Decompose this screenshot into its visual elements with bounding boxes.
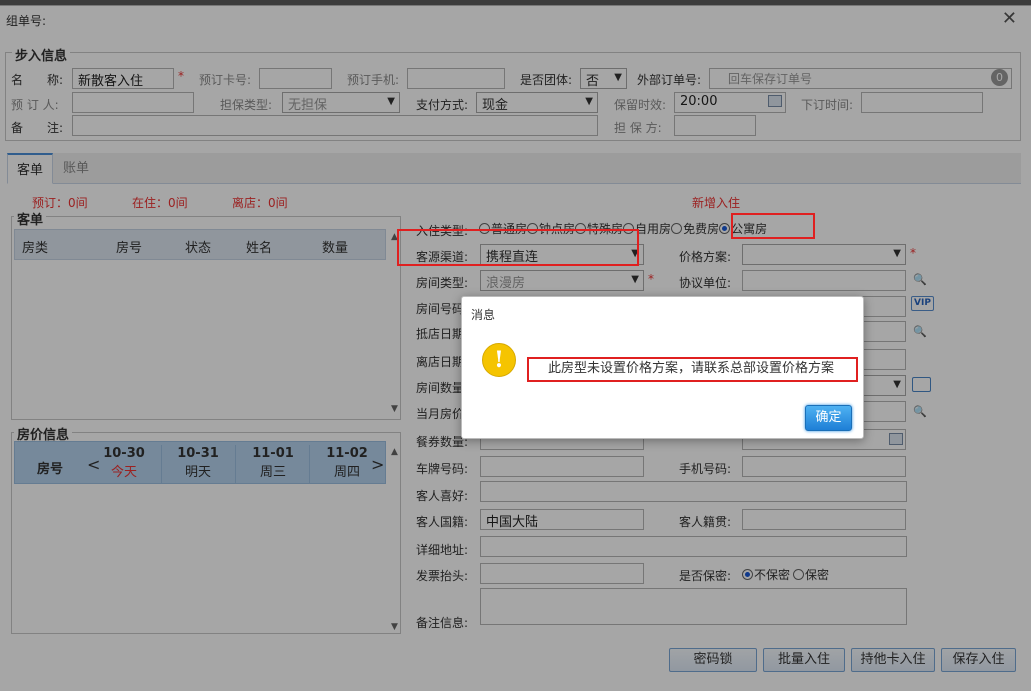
ok-button[interactable]: 确定: [805, 405, 852, 431]
highlight-box-message: [527, 357, 858, 382]
highlight-box-apartment: [731, 213, 815, 239]
dialog-title: 消息: [471, 308, 496, 322]
warning-icon: !: [482, 343, 516, 377]
highlight-box-source: [397, 229, 639, 266]
